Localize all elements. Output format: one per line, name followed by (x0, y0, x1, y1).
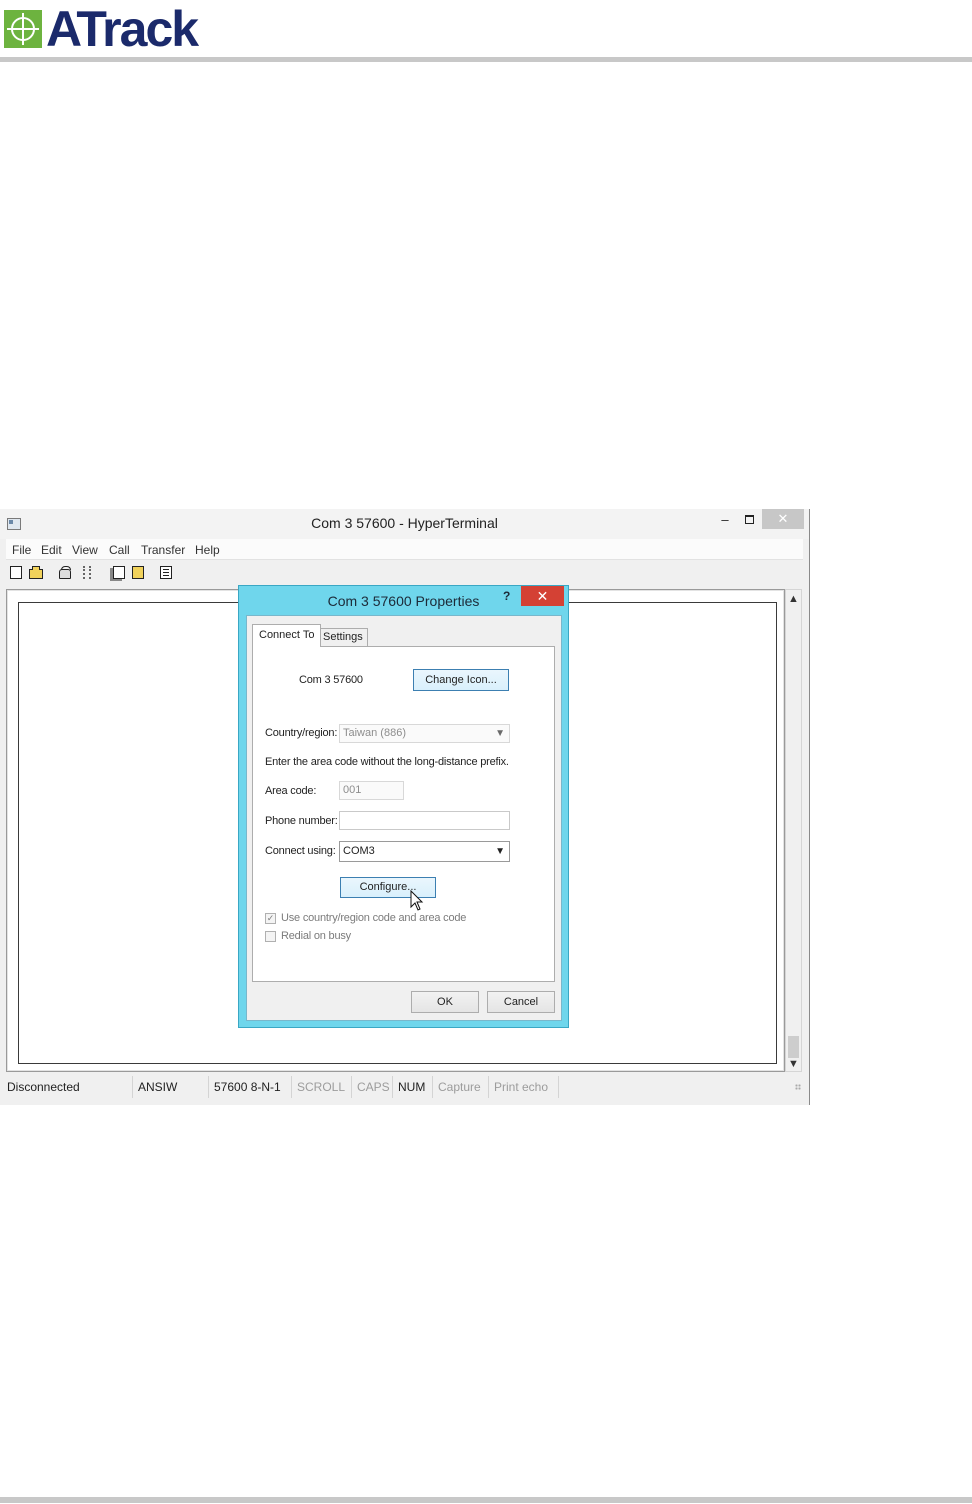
tab-settings[interactable]: Settings (318, 628, 368, 646)
connection-name: Com 3 57600 (299, 674, 363, 686)
tab-connect-to[interactable]: Connect To (252, 624, 322, 647)
menu-bar: File Edit View Call Transfer Help (6, 539, 803, 560)
change-icon-button[interactable]: Change Icon... (413, 669, 509, 691)
ok-button[interactable]: OK (411, 991, 479, 1013)
help-button[interactable]: ? (503, 589, 510, 603)
call-icon[interactable] (59, 566, 71, 579)
menu-transfer[interactable]: Transfer (141, 543, 185, 557)
receive-file-icon[interactable] (132, 566, 144, 579)
status-caps: CAPS (352, 1076, 393, 1098)
status-num: NUM (393, 1076, 433, 1098)
area-code-input[interactable]: 001 (339, 781, 404, 800)
area-code-label: Area code: (265, 785, 317, 797)
properties-dialog: Com 3 57600 Properties ? ✕ Connect To Se… (238, 585, 569, 1028)
scroll-up-arrow-icon[interactable]: ▲ (786, 593, 801, 605)
connect-using-select[interactable]: COM3 ▼ (339, 841, 510, 862)
send-file-icon[interactable] (113, 566, 125, 579)
status-port-settings: 57600 8-N-1 (209, 1076, 292, 1098)
chevron-down-icon: ▼ (495, 728, 505, 739)
header-divider (0, 57, 972, 62)
connect-using-value: COM3 (343, 845, 375, 857)
menu-edit[interactable]: Edit (41, 543, 62, 557)
area-code-instruction: Enter the area code without the long-dis… (265, 756, 509, 768)
status-connection: Disconnected (2, 1076, 133, 1098)
properties-icon[interactable] (160, 566, 172, 579)
scroll-down-arrow-icon[interactable]: ▼ (786, 1058, 801, 1070)
status-emulation: ANSIW (133, 1076, 209, 1098)
chevron-down-icon: ▼ (495, 846, 505, 857)
status-bar: Disconnected ANSIW 57600 8-N-1 SCROLL CA… (0, 1076, 809, 1098)
mouse-pointer-icon (410, 890, 424, 911)
dialog-body: Connect To Settings Com 3 57600 Change I… (246, 615, 562, 1021)
minimize-button[interactable]: – (718, 512, 732, 527)
menu-file[interactable]: File (12, 543, 31, 557)
phone-number-label: Phone number: (265, 815, 338, 827)
dialog-title: Com 3 57600 Properties (327, 593, 480, 609)
window-titlebar[interactable]: Com 3 57600 - HyperTerminal – ✕ (0, 509, 809, 539)
menu-call[interactable]: Call (109, 543, 130, 557)
window-close-button[interactable]: ✕ (762, 509, 804, 529)
scroll-thumb[interactable] (788, 1036, 799, 1058)
resize-grip-icon[interactable] (795, 1084, 801, 1090)
atrack-logo: ATrack (4, 1, 199, 57)
country-region-label: Country/region: (265, 727, 338, 739)
phone-number-input[interactable] (339, 811, 510, 830)
dialog-close-button[interactable]: ✕ (521, 586, 564, 606)
country-region-value: Taiwan (886) (343, 727, 406, 739)
status-scroll: SCROLL (292, 1076, 352, 1098)
country-region-select[interactable]: Taiwan (886) ▼ (339, 724, 510, 743)
use-country-code-label: Use country/region code and area code (281, 912, 467, 924)
connect-using-label: Connect using: (265, 845, 336, 857)
disconnect-icon[interactable] (83, 566, 91, 579)
use-country-code-checkbox[interactable]: ✓ (265, 913, 276, 924)
open-folder-icon[interactable] (29, 566, 43, 579)
status-print-echo: Print echo (489, 1076, 559, 1098)
logo-text: ATrack (46, 1, 199, 57)
redial-on-busy-checkbox[interactable] (265, 931, 276, 942)
cancel-button[interactable]: Cancel (487, 991, 555, 1013)
new-file-icon[interactable] (10, 566, 22, 579)
toolbar (6, 561, 803, 585)
crosshair-logo-icon (4, 10, 42, 48)
redial-on-busy-label: Redial on busy (281, 930, 351, 942)
window-title: Com 3 57600 - HyperTerminal (311, 515, 498, 531)
maximize-button[interactable] (745, 515, 754, 524)
status-capture: Capture (433, 1076, 489, 1098)
footer-divider (0, 1497, 972, 1503)
vertical-scrollbar[interactable]: ▲ ▼ (785, 589, 802, 1072)
menu-help[interactable]: Help (195, 543, 220, 557)
menu-view[interactable]: View (72, 543, 98, 557)
connect-to-panel: Com 3 57600 Change Icon... Country/regio… (252, 646, 555, 982)
